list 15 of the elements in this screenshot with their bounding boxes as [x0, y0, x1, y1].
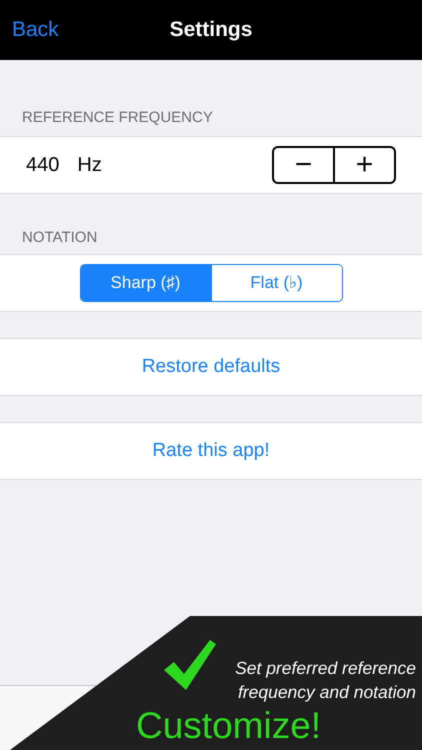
- action-row[interactable]: Restore defaults: [0, 338, 422, 396]
- notation-segment[interactable]: Sharp (♯): [80, 265, 210, 301]
- screen-title: Settings: [170, 17, 252, 44]
- notation-segment[interactable]: Flat (♭): [210, 265, 342, 301]
- section-header: REFERENCE FREQUENCY: [21, 108, 214, 128]
- frequency-value: 440: [26, 153, 60, 178]
- promo-caption: Set preferred reference frequency and notation: [234, 657, 416, 704]
- action-row[interactable]: Rate this app!: [0, 422, 422, 480]
- frequency-unit: Hz: [77, 153, 102, 178]
- increment-button[interactable]: +: [335, 148, 394, 182]
- back-button[interactable]: Back: [12, 14, 59, 46]
- decrement-button[interactable]: −: [274, 148, 335, 182]
- section-header: NOTATION: [21, 228, 98, 248]
- promo-headline: Customize!: [136, 704, 322, 748]
- checkmark-icon: [164, 640, 216, 690]
